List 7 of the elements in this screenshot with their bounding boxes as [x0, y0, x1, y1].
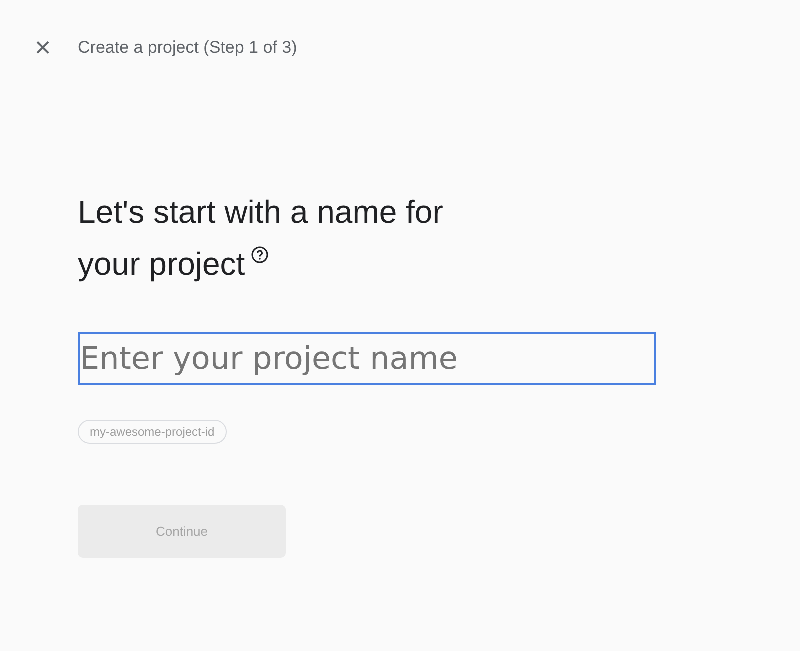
- help-icon[interactable]: [251, 246, 270, 264]
- heading: your project: [78, 245, 246, 284]
- close-button[interactable]: ×: [32, 34, 54, 62]
- project-id-chip: my-awesome-project-id: [78, 420, 227, 444]
- heading: Let's start with a name for: [78, 193, 444, 232]
- dialog-title: Create a project (Step 1 of 3): [78, 38, 298, 58]
- project-name-field[interactable]: Enter your project name: [78, 332, 656, 385]
